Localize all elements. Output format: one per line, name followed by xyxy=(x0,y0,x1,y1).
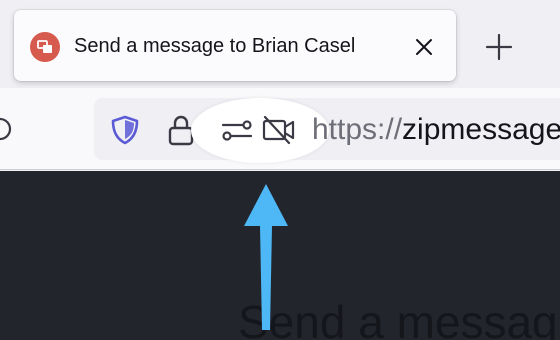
tab-close-button[interactable] xyxy=(412,35,436,59)
close-icon xyxy=(416,39,432,55)
url-text[interactable]: https://zipmessage xyxy=(312,112,560,148)
reload-icon xyxy=(0,117,12,141)
tab-strip: Send a message to Brian Casel xyxy=(0,0,560,88)
permissions-icon[interactable] xyxy=(221,117,253,150)
url-scheme: https:// xyxy=(312,113,403,146)
new-tab-button[interactable] xyxy=(484,32,514,62)
plus-icon xyxy=(485,33,513,61)
tab-active[interactable]: Send a message to Brian Casel xyxy=(14,10,456,81)
tracking-protection-shield-icon[interactable] xyxy=(108,114,142,151)
annotation-arrow-icon xyxy=(244,184,288,330)
camera-blocked-icon[interactable] xyxy=(261,114,297,151)
permissions-highlight-circle xyxy=(191,98,329,163)
site-favicon-icon xyxy=(30,32,60,62)
reload-button[interactable] xyxy=(0,115,14,143)
tab-title: Send a message to Brian Casel xyxy=(74,35,356,57)
url-host: zipmessage xyxy=(402,113,560,146)
